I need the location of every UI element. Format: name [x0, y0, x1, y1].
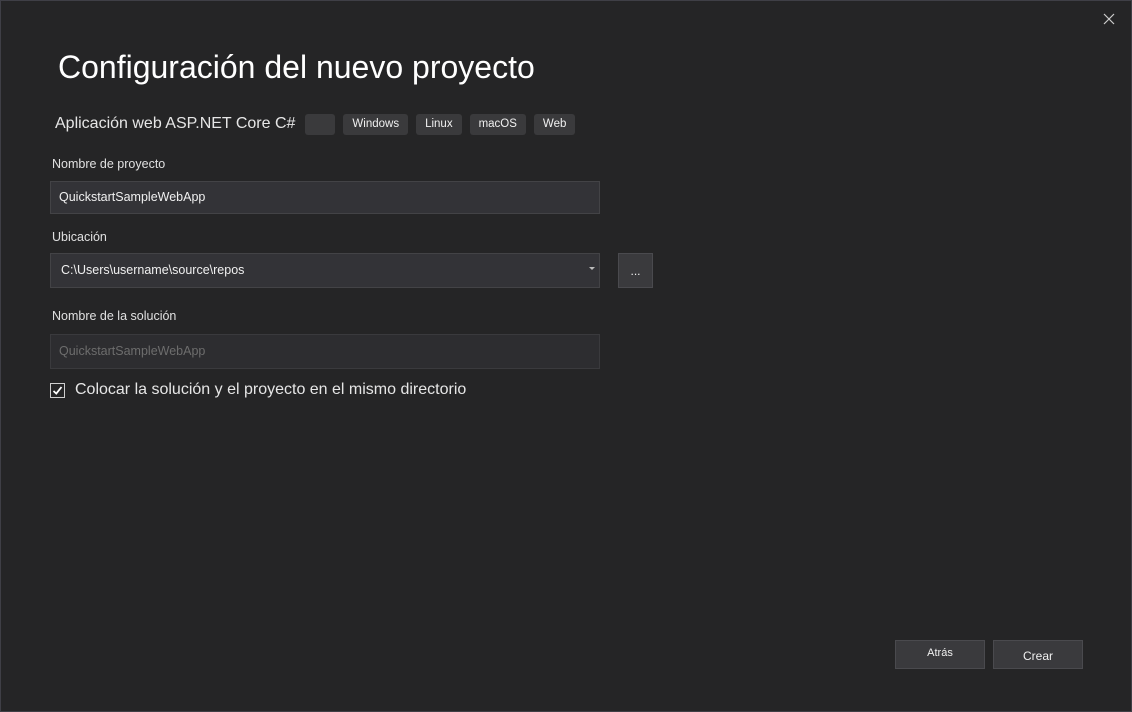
platform-tag-linux: Linux: [416, 113, 462, 135]
solution-name-input[interactable]: QuickstartSampleWebApp: [50, 334, 600, 369]
template-name: Aplicación web ASP.NET Core C#: [55, 115, 296, 132]
project-name-label: Nombre de proyecto: [52, 157, 166, 171]
close-button[interactable]: [1099, 9, 1119, 29]
location-combobox[interactable]: C:\Users\username\source\repos: [50, 253, 600, 288]
same-directory-label: Colocar la solución y el proyecto en el …: [75, 381, 467, 398]
template-info: Aplicación web ASP.NET Core C# Windows L…: [55, 113, 583, 135]
language-tag: [305, 113, 336, 135]
chevron-down-icon[interactable]: [589, 267, 595, 270]
platform-tag-windows: Windows: [343, 113, 409, 135]
checkmark-icon: [52, 385, 63, 395]
back-button[interactable]: Atrás: [895, 640, 985, 669]
location-value: C:\Users\username\source\repos: [61, 263, 245, 277]
browse-button[interactable]: ...: [618, 253, 653, 288]
location-label: Ubicación: [52, 230, 107, 244]
close-icon: [1103, 13, 1115, 25]
dialog-window: Configuración del nuevo proyecto Aplicac…: [0, 0, 1132, 712]
create-button[interactable]: Crear: [993, 640, 1083, 669]
solution-name-placeholder: QuickstartSampleWebApp: [59, 344, 206, 358]
solution-name-label: Nombre de la solución: [52, 309, 177, 323]
page-title: Configuración del nuevo proyecto: [58, 49, 535, 85]
project-name-input[interactable]: QuickstartSampleWebApp: [50, 181, 600, 214]
same-directory-checkbox[interactable]: [50, 382, 65, 398]
same-directory-option[interactable]: Colocar la solución y el proyecto en el …: [50, 381, 466, 399]
platform-tag-macos: macOS: [469, 113, 526, 135]
project-name-value: QuickstartSampleWebApp: [59, 190, 206, 204]
platform-tag-web: Web: [533, 113, 576, 135]
